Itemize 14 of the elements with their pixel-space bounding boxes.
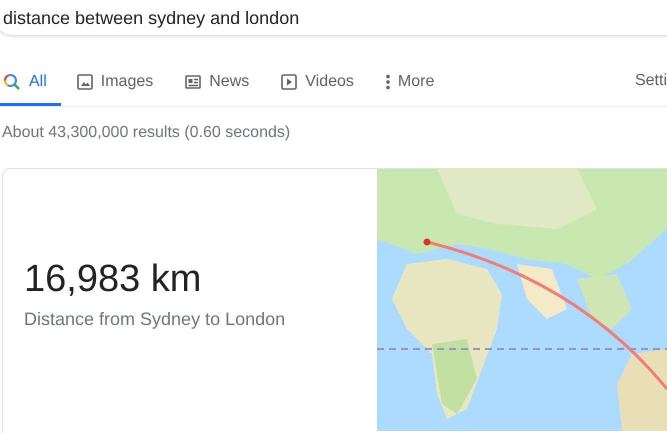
newspaper-icon — [185, 74, 202, 88]
result-stats: About 43,300,000 results (0.60 seconds) — [2, 124, 292, 142]
play-icon — [281, 74, 298, 90]
image-icon — [76, 74, 93, 90]
more-icon — [386, 74, 390, 90]
distance-caption: Distance from Sydney to London — [24, 309, 286, 330]
search-icon — [3, 72, 21, 90]
tab[interactable]: News — [169, 60, 266, 106]
tab[interactable]: More — [370, 60, 450, 106]
tab[interactable]: Images — [60, 60, 170, 106]
tab[interactable]: All — [0, 60, 61, 106]
distance-value: 16,983 km — [24, 258, 202, 301]
settings-link[interactable]: Setti — [634, 72, 667, 90]
tab[interactable]: Videos — [265, 60, 370, 106]
